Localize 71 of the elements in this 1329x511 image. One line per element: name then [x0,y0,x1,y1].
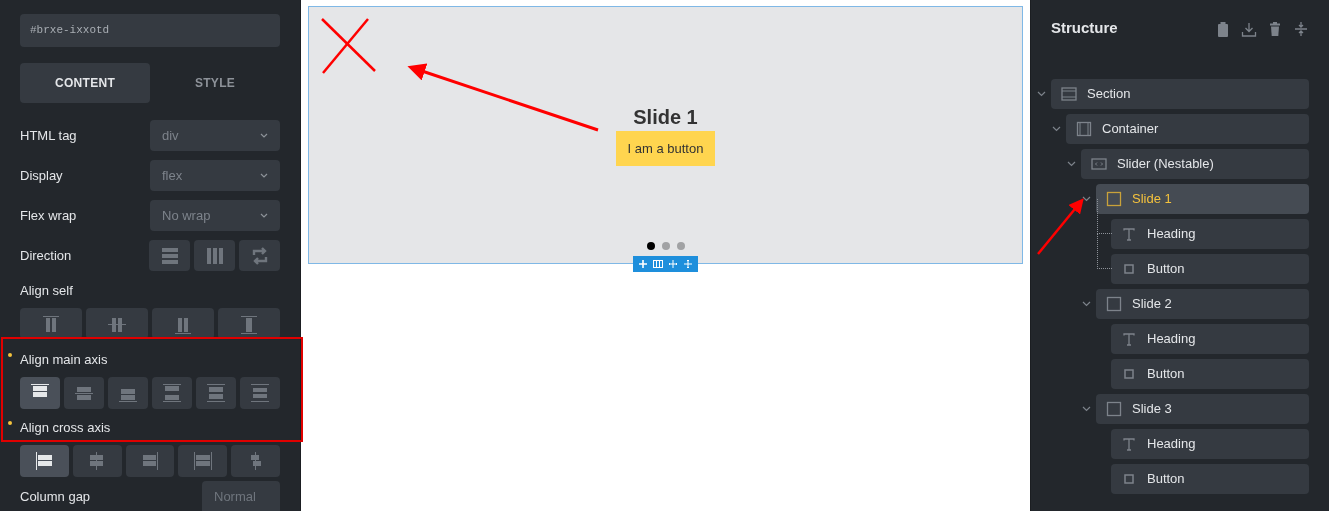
chevron-icon [260,213,268,218]
tab[interactable]: STYLE [150,63,280,103]
trash-icon [1267,20,1283,37]
text-icon [1122,437,1136,451]
layout-icon [34,451,55,471]
layout-icon [162,383,182,403]
layout-icon [159,245,180,266]
id-field[interactable]: #brxe-ixxotd [20,14,280,47]
annotation-arrow [1037,198,1084,255]
toolbar-button[interactable] [1215,20,1231,37]
slide-button[interactable]: I am a button [615,131,716,166]
slider-icon [1091,156,1107,172]
panel-title: Structure [1051,18,1118,39]
toolbar-button[interactable] [1241,20,1257,37]
control-label: Align self [20,283,73,298]
square-icon [1123,368,1135,380]
tree-item[interactable]: Button [1111,464,1309,494]
align-option-button[interactable] [72,445,122,477]
layout-icon [206,383,226,403]
square-icon [1106,401,1122,417]
control-label: Display [20,166,63,185]
control-label: HTML tag [20,126,77,145]
collapse-icon [1293,20,1309,37]
align-option-button[interactable] [20,377,60,409]
tree-item[interactable]: Button [1111,254,1309,284]
control-label: Flex wrap [20,206,77,225]
align-option-button[interactable] [178,445,228,477]
layout-icon [250,383,270,403]
control-label: Direction [20,246,72,265]
plus-icon [637,259,648,269]
columns-icon [652,259,663,269]
square-icon [1106,296,1122,312]
cross-mark [321,18,376,74]
layout-icon [239,313,259,334]
toolbar-button[interactable] [1267,20,1283,37]
clipboard-icon [1215,20,1231,37]
tree-item[interactable]: Slide 2 [1096,289,1309,319]
tree-item[interactable]: Heading [1111,324,1309,354]
container-icon [1076,121,1092,137]
chevron-icon [260,133,268,138]
tree-item[interactable]: Slide 3 [1096,394,1309,424]
tree-item[interactable]: Slide 1 [1096,184,1309,214]
tree-item[interactable]: Heading [1111,219,1309,249]
align-option-button[interactable] [125,445,175,477]
layout-icon [204,245,225,266]
tree-item[interactable]: Heading [1111,429,1309,459]
slide-heading: Slide 1 [633,105,698,129]
number-field[interactable]: Normal [202,481,280,511]
horizontal-resize-icon [668,259,679,269]
tree-item[interactable]: Section [1051,79,1309,109]
tree-item[interactable]: Button [1111,359,1309,389]
tab[interactable]: CONTENT [20,63,150,103]
section-icon [1061,86,1077,102]
control-label: Column gap [20,487,91,506]
square-icon [1123,473,1135,485]
text-icon [1122,332,1136,346]
control-label: Align cross axis [20,420,111,435]
vertical-resize-icon [683,259,694,269]
layout-icon [41,313,61,334]
chevron-icon [260,173,268,178]
square-icon [1123,263,1135,275]
download-icon [1241,20,1257,37]
toolbar-button[interactable] [1293,20,1309,37]
square-icon [1106,191,1122,207]
text-icon [1122,227,1136,241]
control-label: Align main axis [20,352,108,367]
layout-icon [192,451,213,471]
tree-item[interactable]: Slider (Nestable) [1081,149,1309,179]
tree-item[interactable]: Container [1066,114,1309,144]
align-option-button[interactable] [20,445,69,477]
layout-icon [140,451,160,471]
